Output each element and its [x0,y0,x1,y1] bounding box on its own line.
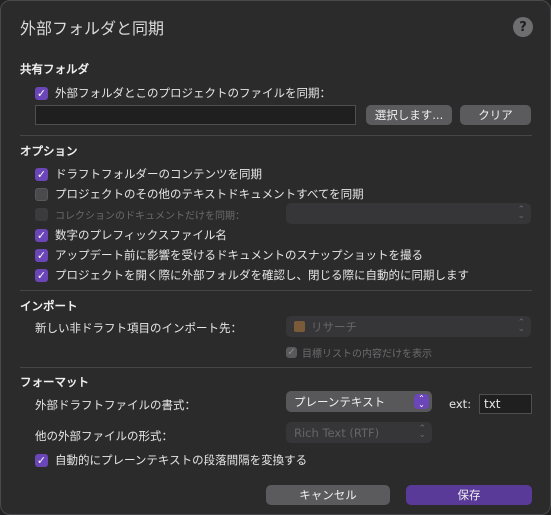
option-sync-collection: コレクションのドキュメントだけを同期： [35,207,245,222]
option-sync-draft[interactable]: ドラフトフォルダーのコンテンツを同期 [35,166,262,182]
checkbox-checked-icon [35,167,48,181]
import-destination-label: 新しい非ドラフト項目のインポート先： [35,321,242,335]
checkbox-checked-icon [35,453,48,467]
divider [20,367,532,368]
checkbox-unchecked-icon [35,187,48,201]
chevron-updown-icon: ⌃ ⌄ [418,424,426,440]
checkbox-checked-icon [35,86,48,100]
option-label: 数字のプレフィックスファイル名 [55,228,227,242]
import-destination-select: リサーチ ⌃ ⌄ [286,316,531,337]
sync-dialog: 外部フォルダと同期 ? 共有フォルダ 外部フォルダとこのプロジェクトのファイルを… [0,0,551,515]
checkbox-checked-icon [35,268,48,282]
option-label: コレクションのドキュメントだけを同期： [55,211,245,222]
other-format-select: Rich Text (RTF) ⌃ ⌄ [286,422,432,443]
collection-select: ⌃ ⌄ [286,203,531,224]
sync-external-checkbox[interactable]: 外部フォルダとこのプロジェクトのファイルを同期： [35,85,331,101]
cancel-button[interactable]: キャンセル [266,485,390,505]
section-options: オプション [20,144,78,158]
convert-spacing-label: 自動的にプレーンテキストの段落間隔を変換する [55,453,308,467]
chevron-updown-icon: ⌃ ⌄ [517,205,525,221]
only-checklist-checkbox: 目標リストの内容だけを表示 [286,345,432,360]
checkbox-checked-icon [35,228,48,242]
section-format: フォーマット [20,375,89,389]
checkbox-disabled-checked-icon [286,347,297,358]
sync-external-label: 外部フォルダとこのプロジェクトのファイルを同期： [55,86,331,100]
option-label: プロジェクトのその他のテキストドキュメントすべてを同期 [55,187,364,201]
checkbox-disabled-icon [35,208,48,221]
checkbox-checked-icon [35,248,48,262]
option-snapshot[interactable]: アップデート前に影響を受けるドキュメントのスナップショットを撮る [35,247,423,263]
chevron-updown-icon: ⌃ ⌄ [414,394,429,409]
other-format-label: 他の外部ファイルの形式： [35,429,173,443]
only-checklist-label: 目標リストの内容だけを表示 [302,349,432,360]
draft-format-value: プレーンテキスト [294,394,386,409]
save-button[interactable]: 保存 [406,485,532,505]
section-import: インポート [20,299,78,313]
divider [20,290,532,291]
option-label: アップデート前に影響を受けるドキュメントのスナップショットを撮る [55,248,423,262]
dialog-title: 外部フォルダと同期 [20,19,165,38]
clear-button[interactable]: クリア [460,105,531,125]
section-shared-folder: 共有フォルダ [20,62,89,76]
draft-format-select[interactable]: プレーンテキスト ⌃ ⌄ [286,391,432,412]
option-label: プロジェクトを開く際に外部フォルダを確認し、閉じる際に自動的に同期します [55,268,469,282]
folder-icon [294,321,305,332]
option-numeric-prefix[interactable]: 数字のプレフィックスファイル名 [35,227,227,243]
chevron-updown-icon: ⌃ ⌄ [517,318,525,334]
other-format-value: Rich Text (RTF) [294,425,380,440]
convert-spacing-checkbox[interactable]: 自動的にプレーンテキストの段落間隔を変換する [35,452,307,468]
import-destination-value: リサーチ [311,319,357,334]
ext-label: ext: [449,397,472,411]
help-button[interactable]: ? [513,17,533,37]
option-sync-other-text[interactable]: プロジェクトのその他のテキストドキュメントすべてを同期 [35,186,364,202]
divider [20,135,532,136]
draft-format-label: 外部ドラフトファイルの書式： [35,398,196,412]
option-auto-sync[interactable]: プロジェクトを開く際に外部フォルダを確認し、閉じる際に自動的に同期します [35,267,469,283]
option-label: ドラフトフォルダーのコンテンツを同期 [55,167,262,181]
choose-folder-button[interactable]: 選択します... [366,105,452,125]
ext-field[interactable] [479,394,532,414]
folder-path-field[interactable] [35,105,356,125]
